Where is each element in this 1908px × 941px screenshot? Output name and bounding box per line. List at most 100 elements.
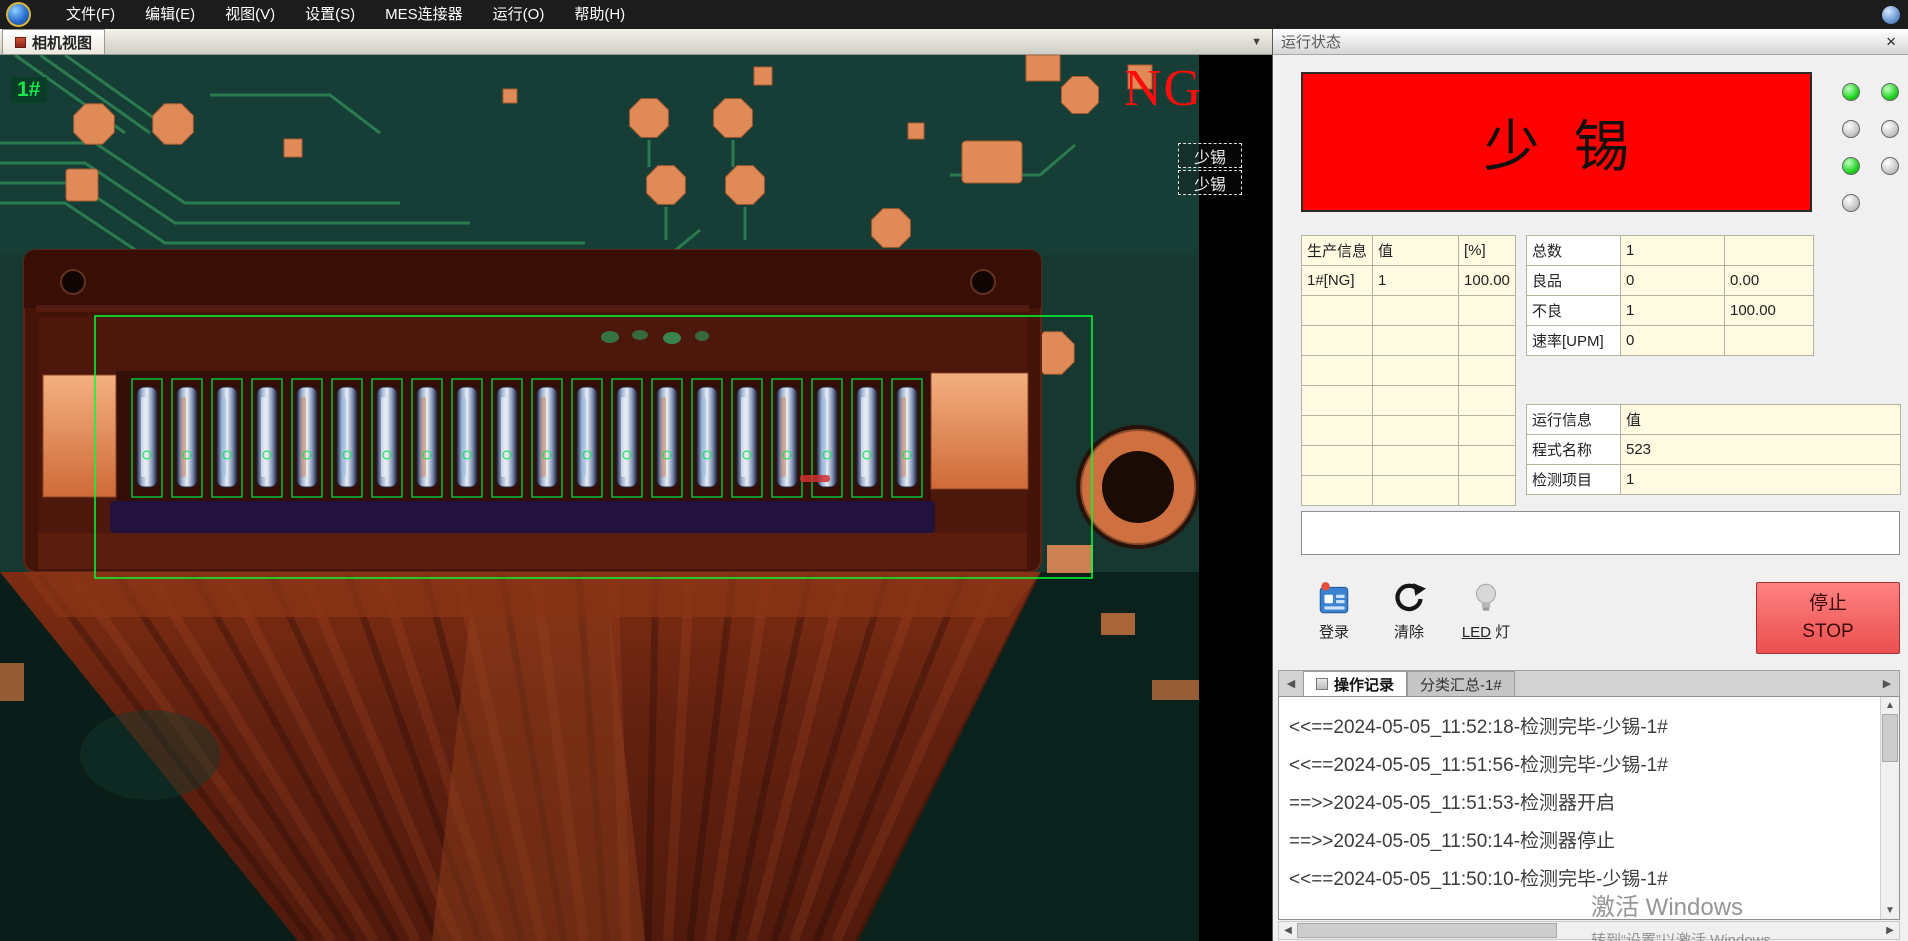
table-cell [1725,326,1814,356]
operation-log-box: <<==2024-05-05_11:52:18-检测完毕-少锡-1# <<==20… [1278,696,1900,920]
status-led-on [1842,157,1860,175]
log-tabbar: ◀ 操作记录 分类汇总-1# ▶ [1278,670,1900,696]
status-led-off [1881,157,1899,175]
table-cell: 0.00 [1725,266,1814,296]
table-cell [1373,386,1459,416]
stop-label-cn: 停止 [1809,590,1847,618]
run-info-table: 运行信息值程式名称523检测项目1 [1526,404,1901,495]
table-cell: 1 [1373,266,1459,296]
log-tab-scroll-left[interactable]: ◀ [1279,677,1303,696]
tab-operation-log[interactable]: 操作记录 [1303,671,1407,696]
clear-icon [1390,580,1428,618]
statistics-table: 总数1良品00.00不良1100.00速率[UPM]0 [1526,235,1814,356]
tab-camera-view[interactable]: 相机视图 [2,29,105,54]
table-cell [1302,386,1373,416]
clear-button[interactable]: 清除 [1377,580,1441,642]
table-cell [1459,416,1516,446]
pcb-inspection-image [0,55,1199,941]
menu-item-4[interactable]: MES连接器 [370,0,478,29]
table-cell [1373,446,1459,476]
stop-button[interactable]: 停止 STOP [1756,582,1900,654]
table-header-cell: 运行信息 [1527,405,1621,435]
menu-item-5[interactable]: 运行(O) [478,0,560,29]
login-icon [1315,580,1353,618]
status-led-off [1842,120,1860,138]
tab-overflow-button[interactable]: ▼ [1251,36,1262,48]
table-cell: 总数 [1527,236,1621,266]
horizontal-scroll-thumb[interactable] [1297,923,1557,938]
table-cell [1459,326,1516,356]
log-horizontal-scrollbar[interactable]: ◀ ▶ [1278,921,1900,940]
table-header-cell: [%] [1459,236,1516,266]
panel-titlebar: 运行状态 × [1273,29,1908,55]
table-cell: 100.00 [1459,266,1516,296]
table-cell [1459,296,1516,326]
indicator-column-right [1881,83,1899,175]
menu-item-3[interactable]: 设置(S) [290,0,370,29]
table-cell [1302,476,1373,506]
table-cell: 速率[UPM] [1527,326,1621,356]
scroll-left-icon[interactable]: ◀ [1279,922,1297,939]
log-tab-scroll-right[interactable]: ▶ [1875,677,1899,696]
led-bulb-icon [1467,580,1505,618]
menu-item-1[interactable]: 编辑(E) [130,0,210,29]
scroll-right-icon[interactable]: ▶ [1881,922,1899,939]
table-cell [1459,476,1516,506]
close-icon[interactable]: × [1882,33,1900,50]
defect-tag-0: 少锡 [1178,143,1242,168]
table-cell [1373,326,1459,356]
indicator-column-left [1842,83,1860,212]
vertical-scroll-thumb[interactable] [1882,714,1898,762]
menu-bar: 文件(F)编辑(E)视图(V)设置(S)MES连接器运行(O)帮助(H) [0,0,1908,29]
table-cell: 0 [1621,326,1725,356]
defect-tag-list: 少锡少锡 [1178,143,1242,195]
menu-item-0[interactable]: 文件(F) [51,0,130,29]
table-header-cell: 生产信息 [1302,236,1373,266]
table-cell: 检测项目 [1527,465,1621,495]
status-led-off [1881,120,1899,138]
message-box[interactable] [1301,511,1900,555]
panel-title: 运行状态 [1281,31,1341,52]
table-cell [1459,386,1516,416]
app-logo-icon [6,2,31,27]
camera-tabstrip: 相机视图 ▼ [0,29,1272,55]
defect-banner: 少锡 [1301,72,1812,212]
led-light-button[interactable]: LED 灯 [1454,580,1518,642]
scroll-down-icon[interactable]: ▼ [1881,902,1899,919]
table-cell: 523 [1621,435,1901,465]
table-cell [1725,236,1814,266]
scroll-up-icon[interactable]: ▲ [1881,697,1899,714]
log-line-2: ==>>2024-05-05_11:51:53-检测器开启 [1289,785,1873,823]
log-line-0: <<==2024-05-05_11:52:18-检测完毕-少锡-1# [1289,709,1873,747]
table-cell [1302,326,1373,356]
status-led-on [1842,83,1860,101]
table-cell: 良品 [1527,266,1621,296]
menu-item-6[interactable]: 帮助(H) [559,0,640,29]
log-vertical-scrollbar[interactable]: ▲ ▼ [1880,697,1899,919]
tray-status-icon[interactable] [1882,6,1900,24]
table-header-cell: 值 [1373,236,1459,266]
run-status-panel: 运行状态 × 少锡 生产信息值[%]1#[NG]1100.00 总数 1 良品00.… [1272,29,1908,941]
login-button[interactable]: 登录 [1302,580,1366,642]
table-header-cell: 值 [1621,405,1901,435]
stop-label-en: STOP [1802,618,1853,646]
camera-viewport[interactable]: 1# NG 少锡少锡 [0,55,1272,941]
camera-pane: 相机视图 ▼ [0,29,1272,941]
table-cell: 100.00 [1725,296,1814,326]
table-cell [1302,446,1373,476]
clear-label: 清除 [1377,621,1441,642]
table-cell: 不良 [1527,296,1621,326]
table-cell [1302,416,1373,446]
log-line-3: ==>>2024-05-05_11:50:14-检测器停止 [1289,823,1873,861]
table-cell [1302,356,1373,386]
production-table: 生产信息值[%]1#[NG]1100.00 [1301,235,1516,506]
table-cell [1302,296,1373,326]
tab-class-summary[interactable]: 分类汇总-1# [1407,671,1515,696]
table-cell: 程式名称 [1527,435,1621,465]
log-line-4: <<==2024-05-05_11:50:10-检测完毕-少锡-1# [1289,861,1873,899]
menu-item-2[interactable]: 视图(V) [210,0,290,29]
led-label: LED 灯 [1454,621,1518,642]
table-cell [1373,416,1459,446]
log-line-list: <<==2024-05-05_11:52:18-检测完毕-少锡-1# <<==20… [1289,709,1873,917]
status-led-off [1842,194,1860,212]
